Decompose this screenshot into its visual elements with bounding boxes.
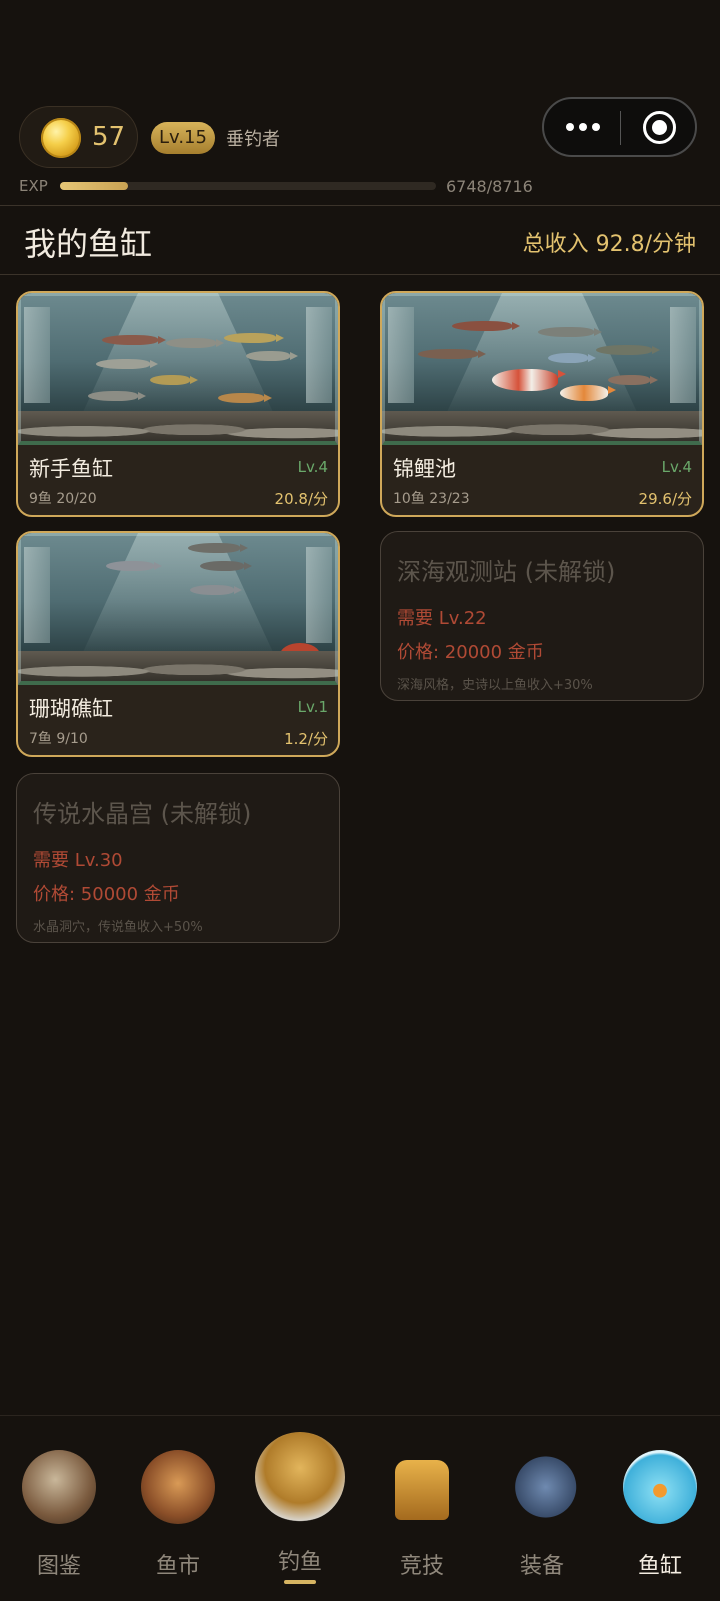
tank-capacity: 9鱼 20/20	[29, 491, 97, 507]
book-icon	[22, 1450, 96, 1524]
nav-active-indicator	[284, 1580, 316, 1584]
locked-tank-name: 传说水晶宫 (未解锁)	[33, 800, 252, 828]
nav-item-equipment[interactable]: 装备	[487, 1440, 597, 1590]
page-title: 我的鱼缸	[24, 225, 153, 263]
gold-coin-icon	[41, 118, 81, 158]
tank-image	[18, 293, 338, 445]
coin-count: 57	[92, 122, 126, 152]
locked-tank-crystal-palace[interactable]: 传说水晶宫 (未解锁) 需要 Lv.30 价格: 50000 金币 水晶洞穴，传…	[16, 773, 340, 943]
market-icon	[141, 1450, 215, 1524]
mini-program-capsule	[542, 97, 697, 157]
tank-image	[18, 533, 338, 685]
tank-image	[382, 293, 702, 445]
tank-description: 水晶洞穴，传说鱼收入+50%	[33, 920, 203, 935]
close-target-icon[interactable]	[643, 111, 676, 144]
fishbowl-icon	[623, 1450, 697, 1524]
tank-level: Lv.4	[297, 458, 328, 476]
tank-description: 深海风格，史诗以上鱼收入+30%	[397, 678, 593, 693]
nav-label: 图鉴	[36, 1554, 81, 1579]
fishing-icon	[255, 1432, 345, 1522]
unlock-price: 价格: 20000 金币	[397, 642, 544, 663]
tank-card-koi-pond[interactable]: 锦鲤池 Lv.4 10鱼 23/23 29.6/分	[380, 291, 704, 517]
nav-item-aquarium[interactable]: 鱼缸	[605, 1440, 715, 1590]
locked-tank-name: 深海观测站 (未解锁)	[397, 558, 616, 586]
nav-item-arena[interactable]: 竞技	[367, 1440, 477, 1590]
nav-label: 竞技	[399, 1554, 444, 1579]
hook-reel-icon	[505, 1450, 579, 1524]
tank-level: Lv.4	[661, 458, 692, 476]
locked-tank-deep-sea[interactable]: 深海观测站 (未解锁) 需要 Lv.22 价格: 20000 金币 深海风格，史…	[380, 531, 704, 701]
nav-divider	[0, 1415, 720, 1416]
tank-capacity: 10鱼 23/23	[393, 491, 470, 507]
coin-balance[interactable]: 57	[19, 106, 138, 168]
tank-name: 珊瑚礁缸	[29, 697, 113, 721]
tank-level: Lv.1	[297, 698, 328, 716]
nav-item-fishing[interactable]: 钓鱼	[245, 1432, 355, 1590]
exp-progress-fill	[60, 182, 128, 190]
exp-value: 6748/8716	[446, 177, 533, 196]
unlock-price: 价格: 50000 金币	[33, 884, 180, 905]
tank-capacity: 7鱼 9/10	[29, 731, 88, 747]
tank-name: 锦鲤池	[393, 457, 456, 481]
capsule-divider	[620, 111, 621, 145]
nav-item-encyclopedia[interactable]: 图鉴	[4, 1440, 114, 1590]
level-badge: Lv.15	[151, 122, 215, 154]
player-title: 垂钓者	[226, 129, 280, 150]
tank-income-rate: 1.2/分	[284, 730, 328, 748]
total-income: 总收入 92.8/分钟	[522, 232, 696, 257]
nav-label: 钓鱼	[277, 1550, 322, 1575]
tank-card-coral-reef[interactable]: 珊瑚礁缸 Lv.1 7鱼 9/10 1.2/分	[16, 531, 340, 757]
exp-progress-bar	[60, 182, 436, 190]
nav-label: 鱼市	[155, 1554, 200, 1579]
exp-label: EXP	[19, 177, 48, 195]
divider	[0, 205, 720, 206]
tank-income-rate: 20.8/分	[274, 490, 328, 508]
nav-label: 鱼缸	[637, 1554, 682, 1579]
unlock-requirement: 需要 Lv.22	[397, 608, 487, 629]
trophy-icon	[395, 1460, 449, 1520]
tank-name: 新手鱼缸	[29, 457, 113, 481]
nav-label: 装备	[519, 1554, 564, 1579]
unlock-requirement: 需要 Lv.30	[33, 850, 123, 871]
tank-income-rate: 29.6/分	[638, 490, 692, 508]
nav-item-fish-market[interactable]: 鱼市	[123, 1440, 233, 1590]
more-options-icon[interactable]	[566, 119, 600, 135]
tank-card-beginner[interactable]: 新手鱼缸 Lv.4 9鱼 20/20 20.8/分	[16, 291, 340, 517]
divider	[0, 274, 720, 275]
